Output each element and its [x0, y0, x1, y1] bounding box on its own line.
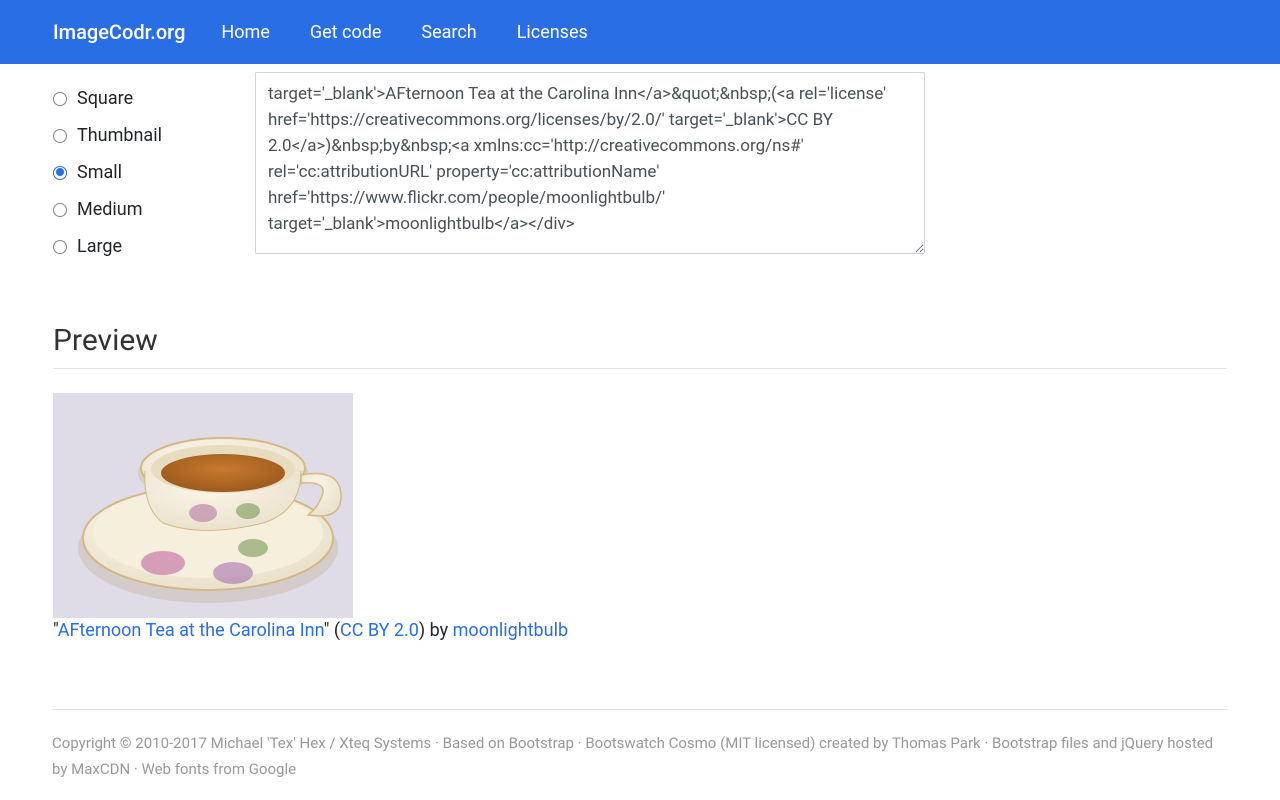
preview-heading: Preview	[53, 323, 1227, 369]
navbar-brand[interactable]: ImageCodr.org	[53, 20, 185, 44]
radio-thumbnail[interactable]: Thumbnail	[53, 125, 255, 146]
footer-divider	[52, 709, 1228, 710]
nav-link-home[interactable]: Home	[221, 22, 269, 43]
radio-label: Square	[77, 88, 133, 109]
radio-label: Large	[77, 236, 122, 257]
footer-text: Copyright © 2010-2017 Michael 'Tex' Hex …	[52, 734, 1213, 778]
radio-icon	[53, 240, 67, 254]
radio-label: Medium	[77, 199, 143, 220]
radio-medium[interactable]: Medium	[53, 199, 255, 220]
preview-image	[53, 393, 353, 618]
navbar: ImageCodr.org Home Get code Search Licen…	[0, 0, 1280, 64]
author-link[interactable]: moonlightbulb	[453, 620, 568, 641]
radio-icon	[53, 166, 67, 180]
radio-icon	[53, 92, 67, 106]
preview-caption: "AFternoon Tea at the Carolina Inn" (CC …	[53, 620, 1227, 641]
size-options: Square Thumbnail Small Medium Large	[53, 64, 255, 273]
license-link[interactable]: CC BY 2.0	[340, 620, 419, 641]
radio-icon	[53, 129, 67, 143]
radio-large[interactable]: Large	[53, 236, 255, 257]
nav-link-search[interactable]: Search	[421, 22, 476, 43]
nav-link-getcode[interactable]: Get code	[310, 22, 382, 43]
embed-code-textarea[interactable]: target='_blank'>AFternoon Tea at the Car…	[255, 72, 925, 254]
caption-text: ) by	[419, 620, 453, 641]
radio-label: Small	[77, 162, 122, 183]
radio-square[interactable]: Square	[53, 88, 255, 109]
radio-label: Thumbnail	[77, 125, 162, 146]
caption-text: " (	[324, 620, 340, 641]
radio-small[interactable]: Small	[53, 162, 255, 183]
footer: Copyright © 2010-2017 Michael 'Tex' Hex …	[52, 730, 1228, 782]
radio-icon	[53, 203, 67, 217]
nav-link-licenses[interactable]: Licenses	[517, 22, 588, 43]
image-title-link[interactable]: AFternoon Tea at the Carolina Inn	[58, 620, 324, 641]
